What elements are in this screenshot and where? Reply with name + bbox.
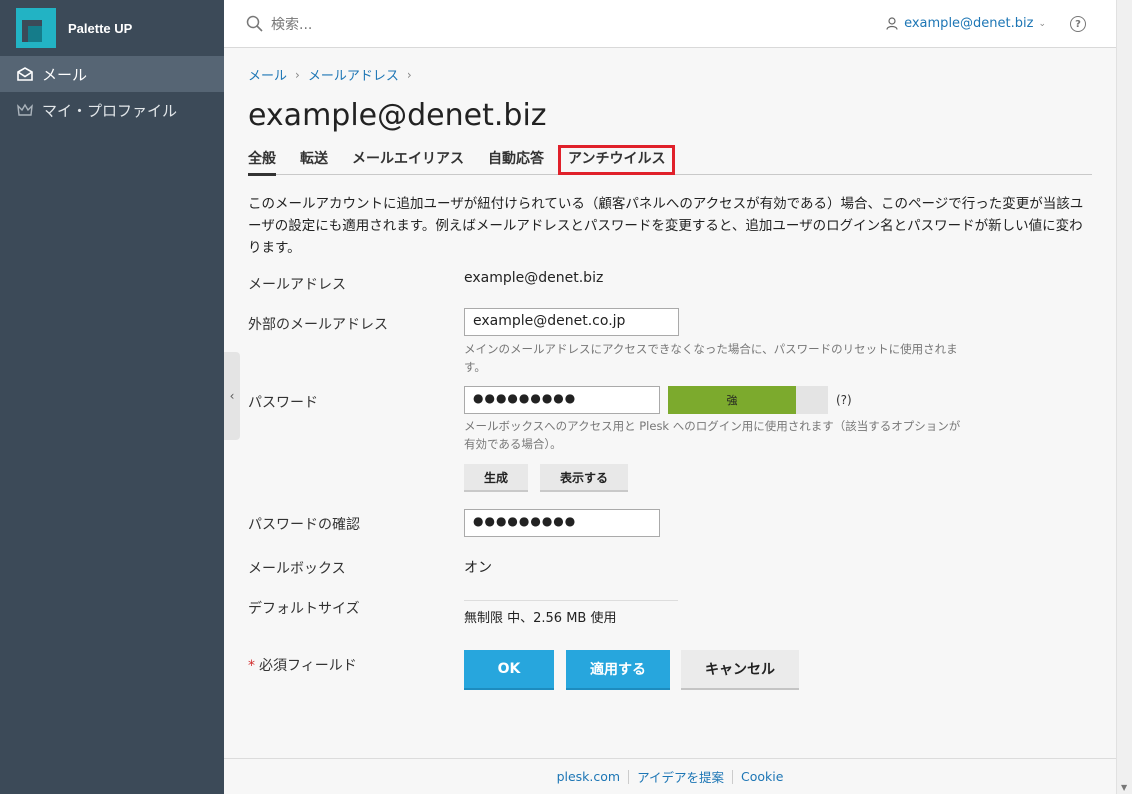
user-email: example@denet.biz bbox=[904, 16, 1034, 31]
main-content: メール › メールアドレス › example@denet.biz 全般 転送 … bbox=[248, 48, 1094, 259]
chevron-right-icon: › bbox=[406, 67, 412, 82]
sidebar-collapse-handle[interactable]: ‹ bbox=[224, 352, 240, 440]
breadcrumb-item-mail-addresses[interactable]: メールアドレス bbox=[308, 65, 399, 84]
external-email-hint: メインのメールアドレスにアクセスできなくなった場合に、パスワードのリセットに使用… bbox=[464, 342, 958, 374]
sidebar-item-my-profile[interactable]: マイ・プロファイル bbox=[0, 92, 224, 128]
crown-icon bbox=[16, 101, 34, 119]
scrollbar[interactable]: ▼ bbox=[1116, 0, 1132, 794]
mailbox-size-value: 無制限 中、2.56 MB 使用 bbox=[464, 611, 617, 626]
tab-antivirus[interactable]: アンチウイルス bbox=[557, 145, 676, 175]
brand[interactable]: Palette UP bbox=[0, 0, 224, 56]
mailbox-usage-bar bbox=[464, 600, 678, 601]
tab-forwarding[interactable]: 転送 bbox=[300, 149, 328, 175]
page-description: このメールアカウントに追加ユーザが紐付けられている（顧客パネルへのアクセスが有効… bbox=[248, 196, 1084, 256]
chevron-right-icon: › bbox=[295, 67, 300, 82]
sidebar-item-label: マイ・プロファイル bbox=[42, 101, 178, 120]
tab-mail-aliases[interactable]: メールエイリアス bbox=[352, 149, 464, 175]
required-fields-label: 必須フィールド bbox=[259, 658, 357, 674]
search-input[interactable]: 検索... bbox=[271, 14, 312, 34]
tab-auto-reply[interactable]: 自動応答 bbox=[488, 149, 544, 175]
mail-icon bbox=[16, 65, 34, 83]
show-password-button[interactable]: 表示する bbox=[540, 464, 628, 492]
password-label: パスワード bbox=[248, 395, 318, 411]
tab-bar: 全般 転送 メールエイリアス 自動応答 アンチウイルス bbox=[248, 145, 1092, 176]
external-email-label: 外部のメールアドレス bbox=[248, 317, 388, 333]
password-strength-help[interactable]: (?) bbox=[836, 393, 852, 407]
search-icon bbox=[246, 15, 263, 32]
brand-logo bbox=[16, 8, 56, 48]
mailbox-value: オン bbox=[464, 560, 492, 576]
chevron-left-icon: ‹ bbox=[229, 389, 235, 403]
footer-link-suggest-idea[interactable]: アイデアを提案 bbox=[629, 767, 732, 786]
brand-name: Palette UP bbox=[68, 20, 133, 36]
required-fields-note: * 必須フィールド bbox=[248, 655, 357, 675]
password-strength-meter: 強 bbox=[668, 386, 828, 414]
user-menu[interactable]: example@denet.biz ⌄ bbox=[886, 16, 1046, 31]
mailbox-size-label: デフォルトサイズ bbox=[248, 601, 360, 617]
password-strength-fill: 強 bbox=[668, 386, 796, 414]
confirm-password-label: パスワードの確認 bbox=[248, 517, 360, 533]
apply-button[interactable]: 適用する bbox=[566, 650, 670, 690]
required-star: * bbox=[248, 658, 255, 674]
footer: plesk.com アイデアを提案 Cookie bbox=[224, 758, 1116, 794]
breadcrumb-item-mail[interactable]: メール bbox=[248, 65, 287, 84]
generate-password-button[interactable]: 生成 bbox=[464, 464, 528, 492]
breadcrumb: メール › メールアドレス › bbox=[248, 65, 1094, 85]
mailbox-label: メールボックス bbox=[248, 561, 346, 577]
password-hint: メールボックスへのアクセス用と Plesk へのログイン用に使用されます（該当す… bbox=[464, 419, 961, 451]
external-email-field[interactable]: example@denet.co.jp bbox=[464, 308, 679, 336]
footer-link-plesk[interactable]: plesk.com bbox=[549, 769, 629, 784]
chevron-down-icon: ⌄ bbox=[1038, 18, 1046, 29]
top-bar: 検索... example@denet.biz ⌄ ? bbox=[224, 0, 1116, 48]
sidebar-item-label: メール bbox=[42, 65, 88, 84]
cancel-button[interactable]: キャンセル bbox=[681, 650, 799, 690]
scroll-down-arrow-icon[interactable]: ▼ bbox=[1121, 783, 1127, 792]
ok-button[interactable]: OK bbox=[464, 650, 554, 690]
email-label: メールアドレス bbox=[248, 277, 346, 293]
sidebar-item-mail[interactable]: メール bbox=[0, 56, 224, 92]
tab-general[interactable]: 全般 bbox=[248, 149, 276, 176]
search-box[interactable]: 検索... bbox=[246, 14, 312, 34]
sidebar: Palette UP メール マイ・プロファイル bbox=[0, 0, 224, 794]
page-title: example@denet.biz bbox=[248, 98, 547, 133]
help-icon[interactable]: ? bbox=[1070, 16, 1086, 32]
footer-link-cookie[interactable]: Cookie bbox=[733, 769, 791, 784]
email-value: example@denet.biz bbox=[464, 270, 604, 286]
user-icon bbox=[886, 17, 898, 30]
password-field[interactable]: ●●●●●●●●● bbox=[464, 386, 660, 414]
confirm-password-field[interactable]: ●●●●●●●●● bbox=[464, 509, 660, 537]
